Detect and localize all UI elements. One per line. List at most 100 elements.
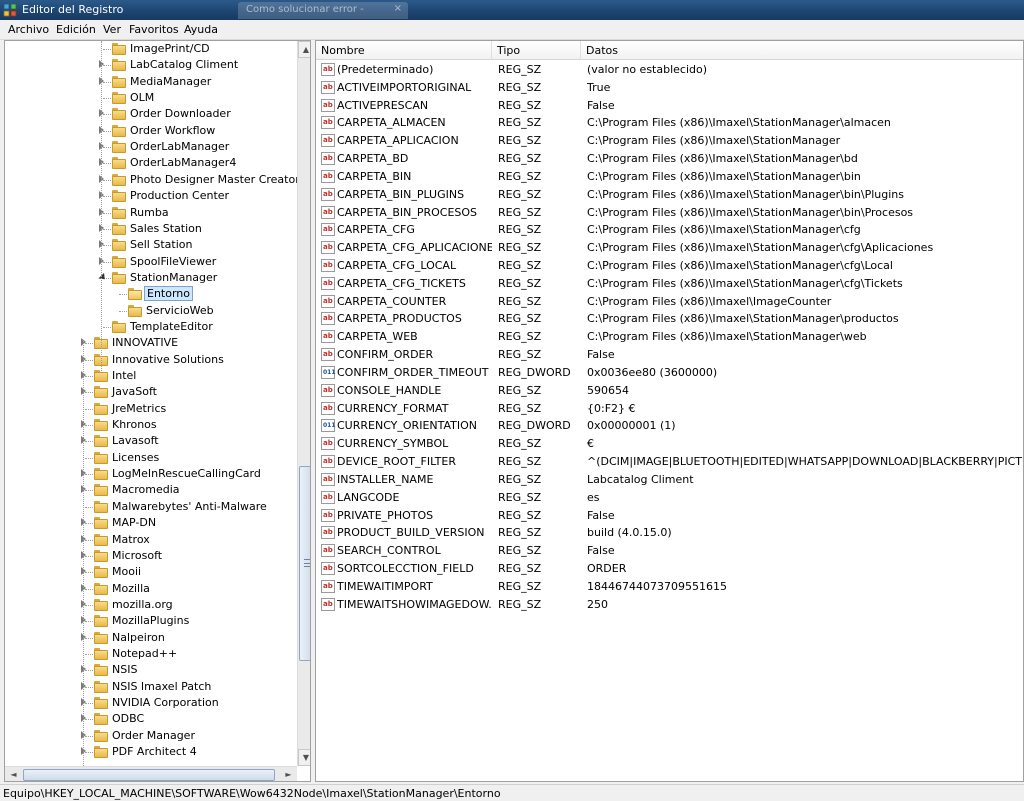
list-row[interactable]: ab CONFIRM_ORDER REG_SZ False <box>316 346 1023 364</box>
value-name-cell: (Predeterminado) <box>337 63 434 76</box>
list-row[interactable]: ab SEARCH_CONTROL REG_SZ False <box>316 542 1023 560</box>
registry-values-list[interactable]: Nombre Tipo Datos ab (Predeterminado) REG_… <box>315 40 1024 782</box>
scroll-down-arrow-icon[interactable]: ▼ <box>298 749 310 766</box>
list-row[interactable]: ab PRIVATE_PHOTOS REG_SZ False <box>316 507 1023 525</box>
tree-horizontal-scrollbar[interactable]: ◄ ► <box>5 766 297 781</box>
tree-item[interactable]: Matrox <box>5 532 295 548</box>
tree-item[interactable]: Entorno <box>5 286 295 302</box>
tree-item[interactable]: LabCatalog Climent <box>5 57 295 73</box>
tree-item[interactable]: NSIS <box>5 662 295 678</box>
tree-item[interactable]: Nalpeiron <box>5 630 295 646</box>
list-row[interactable]: ab (Predeterminado) REG_SZ (valor no establ… <box>316 61 1023 79</box>
tree-item[interactable]: LogMeInRescueCallingCard <box>5 466 295 482</box>
collapse-arrow-icon[interactable] <box>98 272 108 282</box>
tree-scroll-thumb[interactable] <box>299 466 310 661</box>
list-row[interactable]: ab PRODUCT_BUILD_VERSION REG_SZ build (4.0.… <box>316 524 1023 542</box>
list-row[interactable]: ab CARPETA_CFG_TICKETS REG_SZ C:\Program Fi… <box>316 275 1023 293</box>
list-row[interactable]: ab CARPETA_COUNTER REG_SZ C:\Program Files … <box>316 293 1023 311</box>
tree-item[interactable]: Lavasoft <box>5 433 295 449</box>
list-row[interactable]: ab CARPETA_WEB REG_SZ C:\Program Files (x86… <box>316 328 1023 346</box>
tree-connector-line <box>85 752 93 754</box>
tree-item[interactable]: Sell Station <box>5 237 295 253</box>
tree-item[interactable]: Photo Designer Master Creator Im <box>5 172 310 188</box>
tree-hscroll-thumb[interactable] <box>23 769 275 781</box>
tree-item[interactable]: TemplateEditor <box>5 319 295 335</box>
registry-key-tree[interactable]: ImagePrint/CD LabCatalog Climent MediaMana… <box>4 40 311 782</box>
tree-item[interactable]: Microsoft <box>5 548 295 564</box>
list-row[interactable]: ab DEVICE_ROOT_FILTER REG_SZ ^(DCIM|IMAGE|B… <box>316 453 1023 471</box>
list-row[interactable]: ab CURRENCY_SYMBOL REG_SZ € <box>316 435 1023 453</box>
tree-vertical-scrollbar[interactable]: ▲ ▼ <box>297 41 310 766</box>
list-row[interactable]: ab CARPETA_ALMACEN REG_SZ C:\Program Files … <box>316 114 1023 132</box>
list-row[interactable]: ab TIMEWAITSHOWIMAGEDOW... REG_SZ 250 <box>316 596 1023 614</box>
tree-connector-line <box>85 359 93 361</box>
list-row[interactable]: 011 CONFIRM_ORDER_TIMEOUT REG_DWORD 0x0036e… <box>316 364 1023 382</box>
tree-item[interactable]: OrderLabManager <box>5 139 295 155</box>
tree-item[interactable]: StationManager <box>5 270 295 286</box>
tree-item[interactable]: ImagePrint/CD <box>5 41 295 57</box>
tree-item[interactable]: Malwarebytes' Anti-Malware <box>5 499 295 515</box>
tree-item[interactable]: Intel <box>5 368 295 384</box>
list-row[interactable]: ab ACTIVEIMPORTORIGINAL REG_SZ True <box>316 79 1023 97</box>
scroll-up-arrow-icon[interactable]: ▲ <box>298 41 310 58</box>
tree-item[interactable]: MediaManager <box>5 74 295 90</box>
tree-item[interactable]: JavaSoft <box>5 384 295 400</box>
tree-item[interactable]: INNOVATIVE <box>5 335 295 351</box>
list-row[interactable]: ab ACTIVEPRESCAN REG_SZ False <box>316 97 1023 115</box>
list-row[interactable]: ab CARPETA_BD REG_SZ C:\Program Files (x86)… <box>316 150 1023 168</box>
tree-item[interactable]: Order Manager <box>5 728 295 744</box>
list-row[interactable]: ab CARPETA_CFG_LOCAL REG_SZ C:\Program File… <box>316 257 1023 275</box>
list-row[interactable]: ab CARPETA_CFG_APLICACIONES REG_SZ C:\Progr… <box>316 239 1023 257</box>
list-row[interactable]: ab TIMEWAITIMPORT REG_SZ 184467440737095516… <box>316 578 1023 596</box>
list-row[interactable]: ab CARPETA_CFG REG_SZ C:\Program Files (x86… <box>316 221 1023 239</box>
tree-connector-line <box>85 686 93 688</box>
list-row[interactable]: ab CARPETA_APLICACION REG_SZ C:\Program Fil… <box>316 132 1023 150</box>
tree-item[interactable]: OrderLabManager4 <box>5 155 295 171</box>
tree-item[interactable]: Rumba <box>5 205 295 221</box>
tree-item[interactable]: NSIS Imaxel Patch <box>5 679 295 695</box>
scroll-right-arrow-icon[interactable]: ► <box>280 767 297 781</box>
tree-item[interactable]: mozilla.org <box>5 597 295 613</box>
tree-item[interactable]: Production Center <box>5 188 295 204</box>
tree-item[interactable]: ODBC <box>5 711 295 727</box>
list-row[interactable]: ab INSTALLER_NAME REG_SZ Labcatalog Climent <box>316 471 1023 489</box>
column-header-type[interactable]: Tipo <box>492 41 581 60</box>
list-row[interactable]: ab CARPETA_BIN REG_SZ C:\Program Files (x86… <box>316 168 1023 186</box>
tree-item[interactable]: PDF Architect 4 <box>5 744 295 760</box>
tree-item[interactable]: Licenses <box>5 450 295 466</box>
tree-item[interactable]: Mozilla <box>5 581 295 597</box>
tree-item[interactable]: Innovative Solutions <box>5 352 295 368</box>
tree-connector-line <box>103 261 111 263</box>
column-header-data[interactable]: Datos <box>581 41 1023 60</box>
tree-item[interactable]: Order Workflow <box>5 123 295 139</box>
tree-item[interactable]: Macromedia <box>5 482 295 498</box>
list-row[interactable]: ab CARPETA_PRODUCTOS REG_SZ C:\Program File… <box>316 310 1023 328</box>
list-row[interactable]: ab CONSOLE_HANDLE REG_SZ 590654 <box>316 382 1023 400</box>
tree-item[interactable]: Order Downloader <box>5 106 295 122</box>
list-row[interactable]: 011 CURRENCY_ORIENTATION REG_DWORD 0x000000… <box>316 417 1023 435</box>
tree-item[interactable]: ServicioWeb <box>5 303 295 319</box>
tree-item[interactable]: MAP-DN <box>5 515 295 531</box>
scroll-left-arrow-icon[interactable]: ◄ <box>5 767 22 781</box>
list-row[interactable]: ab CURRENCY_FORMAT REG_SZ {0:F2} € <box>316 400 1023 418</box>
tree-item[interactable]: Mooii <box>5 564 295 580</box>
menu-favoritos[interactable]: Favoritos <box>129 23 179 36</box>
tree-item[interactable]: OLM <box>5 90 295 106</box>
list-row[interactable]: ab LANGCODE REG_SZ es <box>316 489 1023 507</box>
list-row[interactable]: ab SORTCOLECCTION_FIELD REG_SZ ORDER <box>316 560 1023 578</box>
menu-ver[interactable]: Ver <box>103 23 121 36</box>
column-header-name[interactable]: Nombre <box>316 41 492 60</box>
list-row[interactable]: ab CARPETA_BIN_PLUGINS REG_SZ C:\Program Fi… <box>316 186 1023 204</box>
tree-item[interactable]: Sales Station <box>5 221 295 237</box>
tree-item[interactable]: NVIDIA Corporation <box>5 695 295 711</box>
menu-edicion[interactable]: Edición <box>56 23 96 36</box>
menu-archivo[interactable]: Archivo <box>8 23 49 36</box>
tree-item[interactable]: Notepad++ <box>5 646 295 662</box>
tree-item[interactable]: SpoolFileViewer <box>5 254 295 270</box>
tree-item[interactable]: JreMetrics <box>5 401 295 417</box>
tree-item[interactable]: Khronos <box>5 417 295 433</box>
menu-ayuda[interactable]: Ayuda <box>184 23 218 36</box>
tree-item[interactable]: MozillaPlugins <box>5 613 295 629</box>
value-name-cell: CARPETA_APLICACION <box>337 134 459 148</box>
list-row[interactable]: ab CARPETA_BIN_PROCESOS REG_SZ C:\Program F… <box>316 204 1023 222</box>
